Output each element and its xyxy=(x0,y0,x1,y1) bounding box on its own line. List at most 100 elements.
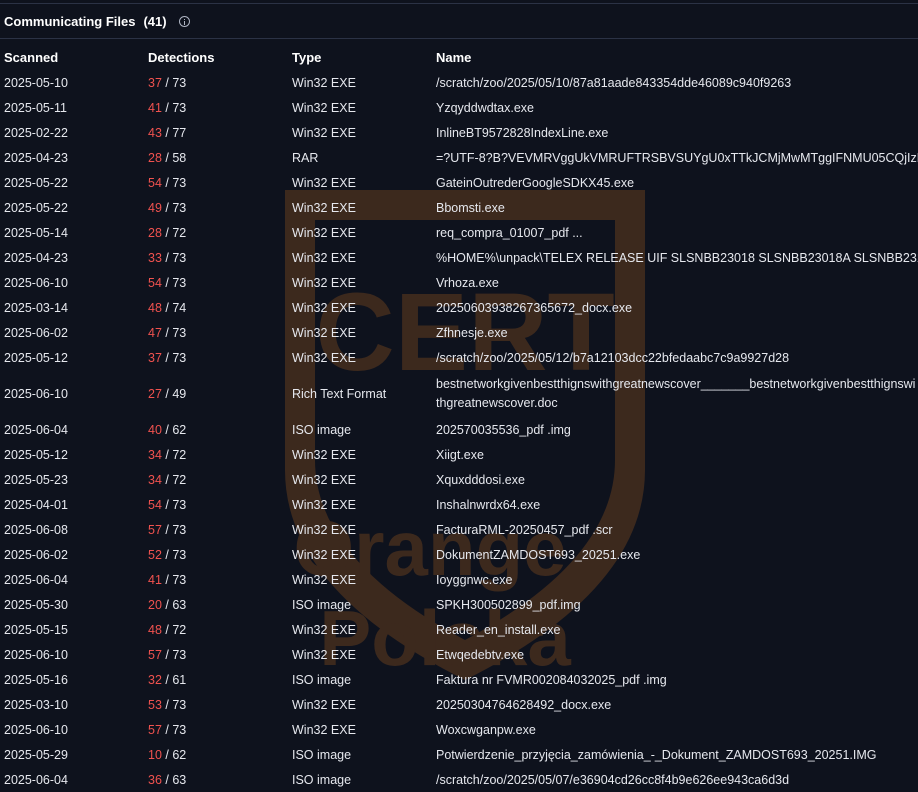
table-row[interactable]: 2025-05-23 34 / 72 Win32 EXE Xquxdddosi.exe xyxy=(0,467,918,492)
scanned-date: 2025-06-04 xyxy=(4,422,68,437)
communicating-files-table: Scanned Detections Type Name 2025-05-10 3… xyxy=(0,45,918,792)
table-row[interactable]: 2025-04-23 33 / 73 Win32 EXE %HOME%\unpack\… xyxy=(0,245,918,270)
detections-total: / 73 xyxy=(165,75,187,90)
file-name-link[interactable]: Potwierdzenie_przyjęcia_zamówienia_-_Dok… xyxy=(436,748,877,762)
file-name-link[interactable]: Etwqedebtv.exe xyxy=(436,648,524,662)
file-name-link[interactable]: /scratch/zoo/2025/05/07/e36904cd26cc8f4b… xyxy=(436,773,789,787)
file-type: Win32 EXE xyxy=(292,300,356,315)
file-name-link[interactable]: InlineBT9572828IndexLine.exe xyxy=(436,126,608,140)
detections-cell: 54 / 73 xyxy=(144,270,288,295)
table-row[interactable]: 2025-05-12 34 / 72 Win32 EXE Xiigt.exe xyxy=(0,442,918,467)
table-row[interactable]: 2025-05-14 28 / 72 Win32 EXE req_compra_010… xyxy=(0,220,918,245)
file-name-cell: /scratch/zoo/2025/05/10/87a81aade843354d… xyxy=(432,70,918,95)
detections-cell: 48 / 74 xyxy=(144,295,288,320)
table-row[interactable]: 2025-04-01 54 / 73 Win32 EXE Inshalnwrdx64.… xyxy=(0,492,918,517)
table-row[interactable]: 2025-05-11 41 / 73 Win32 EXE Yzqyddwdtax.ex… xyxy=(0,95,918,120)
file-name-link[interactable]: Xiigt.exe xyxy=(436,448,484,462)
file-name-link[interactable]: /scratch/zoo/2025/05/10/87a81aade843354d… xyxy=(436,76,791,90)
column-header-name[interactable]: Name xyxy=(432,45,918,70)
table-row[interactable]: 2025-05-10 37 / 73 Win32 EXE/scratch/zoo/2… xyxy=(0,70,918,95)
table-row[interactable]: 2025-06-10 54 / 73 Win32 EXE Vrhoza.exe xyxy=(0,270,918,295)
table-row[interactable]: 2025-05-22 54 / 73 Win32 EXE GateinOutreder… xyxy=(0,170,918,195)
table-row[interactable]: 2025-06-10 27 / 49 Rich Text Format bestnet… xyxy=(0,370,918,417)
detections-positive: 57 xyxy=(148,647,162,662)
table-row[interactable]: 2025-06-08 57 / 73 Win32 EXE FacturaRML-202… xyxy=(0,517,918,542)
file-name-link[interactable]: Inshalnwrdx64.exe xyxy=(436,498,540,512)
table-row[interactable]: 2025-06-04 41 / 73 Win32 EXE Ioyggnwc.exe xyxy=(0,567,918,592)
file-type: ISO image xyxy=(292,422,352,437)
file-type: Win32 EXE xyxy=(292,497,356,512)
detections-total: / 72 xyxy=(165,225,187,240)
detections-total: / 63 xyxy=(165,772,187,787)
file-name-link[interactable]: FacturaRML-20250457_pdf .scr xyxy=(436,523,612,537)
column-header-type[interactable]: Type xyxy=(288,45,432,70)
detections-positive: 37 xyxy=(148,350,162,365)
scanned-date: 2025-03-14 xyxy=(4,300,68,315)
table-row[interactable]: 2025-03-10 53 / 73 Win32 EXE 20250304764628… xyxy=(0,692,918,717)
file-name-cell: Potwierdzenie_przyjęcia_zamówienia_-_Dok… xyxy=(432,742,918,767)
table-row[interactable]: 2025-05-12 37 / 73 Win32 EXE/scratch/zoo/2… xyxy=(0,345,918,370)
file-name-cell: Reader_en_install.exe xyxy=(432,617,918,642)
table-row[interactable]: 2025-02-22 43 / 77 Win32 EXE InlineBT957282… xyxy=(0,120,918,145)
file-name-link[interactable]: bestnetworkgivenbestthignswithgreatnewsc… xyxy=(436,377,915,410)
file-name-link[interactable]: Reader_en_install.exe xyxy=(436,623,560,637)
file-name-link[interactable]: Yzqyddwdtax.exe xyxy=(436,101,534,115)
file-name-link[interactable]: Bbomsti.exe xyxy=(436,201,505,215)
scanned-date: 2025-05-12 xyxy=(4,350,68,365)
detections-total: / 62 xyxy=(165,422,187,437)
file-name-link[interactable]: Faktura nr FVMR002084032025_pdf .img xyxy=(436,673,667,687)
file-name-link[interactable]: Zfhnesje.exe xyxy=(436,326,508,340)
info-icon[interactable] xyxy=(178,15,190,27)
table-row[interactable]: 2025-05-30 20 / 63 ISO image SPKH300502899_… xyxy=(0,592,918,617)
file-name-link[interactable]: %HOME%\unpack\TELEX RELEASE UIF SLSNBB23… xyxy=(436,251,918,265)
table-row[interactable]: 2025-06-10 57 / 73 Win32 EXE Etwqedebtv.exe xyxy=(0,642,918,667)
table-row[interactable]: 2025-03-14 48 / 74 Win32 EXE 20250603938267… xyxy=(0,295,918,320)
scanned-date: 2025-04-23 xyxy=(4,250,68,265)
table-row[interactable]: 2025-06-04 40 / 62 ISO image 202570035536_p… xyxy=(0,417,918,442)
table-row[interactable]: 2025-06-10 57 / 73 Win32 EXE Woxcwganpw.exe xyxy=(0,717,918,742)
table-row[interactable]: 2025-05-15 48 / 72 Win32 EXE Reader_en_inst… xyxy=(0,617,918,642)
file-name-cell: SPKH300502899_pdf.img xyxy=(432,592,918,617)
file-type: Win32 EXE xyxy=(292,125,356,140)
column-header-scanned[interactable]: Scanned xyxy=(0,45,144,70)
detections-total: / 73 xyxy=(165,250,187,265)
file-type: Win32 EXE xyxy=(292,325,356,340)
file-name-link[interactable]: Vrhoza.exe xyxy=(436,276,499,290)
detections-cell: 34 / 72 xyxy=(144,467,288,492)
table-row[interactable]: 2025-06-02 52 / 73 Win32 EXE DokumentZAMDOS… xyxy=(0,542,918,567)
file-name-link[interactable]: GateinOutrederGoogleSDKX45.exe xyxy=(436,176,634,190)
detections-cell: 48 / 72 xyxy=(144,617,288,642)
detections-cell: 40 / 62 xyxy=(144,417,288,442)
detections-cell: 20 / 63 xyxy=(144,592,288,617)
file-name-link[interactable]: 202570035536_pdf .img xyxy=(436,423,571,437)
file-name-link[interactable]: DokumentZAMDOST693_20251.exe xyxy=(436,548,640,562)
detections-cell: 28 / 72 xyxy=(144,220,288,245)
file-name-cell: /scratch/zoo/2025/05/12/b7a12103dcc22bfe… xyxy=(432,345,918,370)
file-name-link[interactable]: 20250304764628492_docx.exe xyxy=(436,698,611,712)
file-name-link[interactable]: req_compra_01007_pdf ... xyxy=(436,226,583,240)
file-type: Win32 EXE xyxy=(292,225,356,240)
table-row[interactable]: 2025-04-23 28 / 58 RAR =?UTF-8?B?VEVMRVggUk… xyxy=(0,145,918,170)
table-row[interactable]: 2025-05-22 49 / 73 Win32 EXE Bbomsti.exe xyxy=(0,195,918,220)
file-name-link[interactable]: Xquxdddosi.exe xyxy=(436,473,525,487)
file-name-link[interactable]: /scratch/zoo/2025/05/12/b7a12103dcc22bfe… xyxy=(436,351,789,365)
scanned-date: 2025-03-10 xyxy=(4,697,68,712)
table-row[interactable]: 2025-05-29 10 / 62 ISO image Potwierdzenie_… xyxy=(0,742,918,767)
table-row[interactable]: 2025-05-16 32 / 61 ISO image Faktura nr FVM… xyxy=(0,667,918,692)
file-name-link[interactable]: =?UTF-8?B?VEVMRVggUkVMRUFTRSBVSUYgU0xTTk… xyxy=(436,151,918,165)
detections-positive: 49 xyxy=(148,200,162,215)
table-row[interactable]: 2025-06-02 47 / 73 Win32 EXE Zfhnesje.exe xyxy=(0,320,918,345)
scanned-date: 2025-05-14 xyxy=(4,225,68,240)
file-type: Win32 EXE xyxy=(292,250,356,265)
file-name-link[interactable]: 20250603938267365672_docx.exe xyxy=(436,301,632,315)
file-name-link[interactable]: SPKH300502899_pdf.img xyxy=(436,598,581,612)
scanned-date: 2025-06-10 xyxy=(4,647,68,662)
file-name-cell: Yzqyddwdtax.exe xyxy=(432,95,918,120)
table-row[interactable]: 2025-06-04 36 / 63 ISO image/scratch/zoo/2… xyxy=(0,767,918,792)
detections-total: / 73 xyxy=(165,547,187,562)
scanned-date: 2025-06-02 xyxy=(4,547,68,562)
column-header-detections[interactable]: Detections xyxy=(144,45,288,70)
file-name-link[interactable]: Woxcwganpw.exe xyxy=(436,723,536,737)
scanned-date: 2025-06-10 xyxy=(4,275,68,290)
file-name-link[interactable]: Ioyggnwc.exe xyxy=(436,573,512,587)
